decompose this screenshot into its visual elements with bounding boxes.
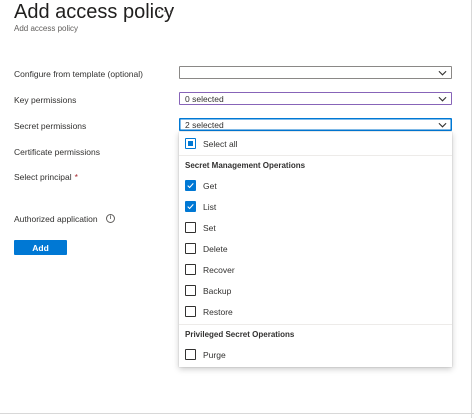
authorized-application-label: Authorized application — [14, 214, 98, 224]
option-label: Purge — [203, 350, 226, 360]
option-label: Recover — [203, 265, 235, 275]
chevron-down-icon — [438, 96, 447, 102]
checkmark-icon — [187, 204, 194, 210]
blade-right-border — [471, 0, 472, 418]
recover-checkbox[interactable] — [185, 264, 196, 275]
option-recover[interactable]: Recover — [179, 260, 452, 280]
checkmark-icon — [187, 183, 194, 189]
key-permissions-dropdown[interactable]: 0 selected — [179, 92, 452, 105]
option-label: Restore — [203, 307, 233, 317]
add-access-policy-blade: Add access policy ··· Add access policy … — [0, 0, 474, 418]
purge-checkbox[interactable] — [185, 349, 196, 360]
option-purge[interactable]: Purge — [179, 345, 452, 365]
group-header-secret-management: Secret Management Operations — [185, 161, 306, 170]
restore-checkbox[interactable] — [185, 306, 196, 317]
option-delete[interactable]: Delete — [179, 239, 452, 259]
certificate-permissions-label: Certificate permissions — [14, 147, 100, 157]
blade-bottom-border — [0, 413, 474, 414]
more-icon[interactable]: ··· — [157, 2, 174, 18]
option-backup[interactable]: Backup — [179, 281, 452, 301]
select-all-option[interactable]: Select all — [179, 134, 452, 154]
chevron-down-icon — [438, 122, 447, 128]
info-icon[interactable]: i — [106, 214, 115, 223]
page-subtitle: Add access policy — [14, 24, 79, 33]
required-marker: * — [74, 172, 78, 182]
secret-permissions-dropdown[interactable]: 2 selected — [179, 118, 452, 131]
secret-permissions-label: Secret permissions — [14, 121, 87, 131]
set-checkbox[interactable] — [185, 222, 196, 233]
key-permissions-label: Key permissions — [14, 95, 77, 105]
template-label: Configure from template (optional) — [14, 69, 143, 79]
option-restore[interactable]: Restore — [179, 302, 452, 322]
key-permissions-value: 0 selected — [185, 94, 224, 104]
select-all-checkbox[interactable] — [185, 138, 196, 149]
chevron-down-icon — [438, 70, 447, 76]
divider — [179, 324, 452, 325]
select-principal-label: Select principal * — [14, 172, 78, 182]
template-dropdown[interactable] — [179, 66, 452, 79]
select-all-label: Select all — [203, 139, 238, 149]
page-title: Add access policy — [14, 1, 175, 23]
select-principal-text: Select principal — [14, 172, 72, 182]
option-label: Set — [203, 223, 216, 233]
add-button[interactable]: Add — [14, 240, 67, 255]
option-list[interactable]: List — [179, 197, 452, 217]
backup-checkbox[interactable] — [185, 285, 196, 296]
option-label: Delete — [203, 244, 228, 254]
secret-permissions-value: 2 selected — [185, 120, 224, 130]
secret-permissions-panel: Select all Secret Management Operations … — [179, 132, 452, 367]
option-label: List — [203, 202, 217, 212]
option-set[interactable]: Set — [179, 218, 452, 238]
get-checkbox[interactable] — [185, 180, 196, 191]
group-header-privileged-secret: Privileged Secret Operations — [185, 330, 295, 339]
list-checkbox[interactable] — [185, 201, 196, 212]
delete-checkbox[interactable] — [185, 243, 196, 254]
divider — [179, 155, 452, 156]
option-label: Get — [203, 181, 217, 191]
option-label: Backup — [203, 286, 232, 296]
option-get[interactable]: Get — [179, 176, 452, 196]
